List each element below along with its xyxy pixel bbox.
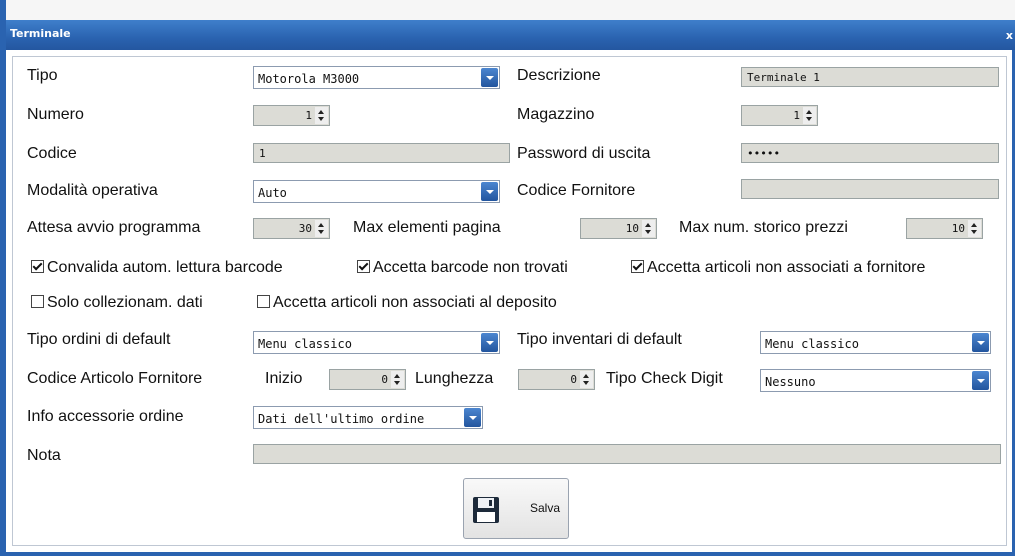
spin-buttons[interactable]	[315, 220, 328, 237]
descrizione-field[interactable]: Terminale 1	[741, 67, 999, 87]
info-accessorie-select[interactable]: Dati dell'ultimo ordine	[253, 406, 483, 429]
max-elementi-label: Max elementi pagina	[353, 219, 501, 236]
up-arrow-icon[interactable]	[318, 223, 324, 227]
up-arrow-icon[interactable]	[583, 374, 589, 378]
chevron-down-icon[interactable]	[972, 371, 989, 390]
up-arrow-icon[interactable]	[971, 223, 977, 227]
checkbox-checked-icon[interactable]	[31, 260, 44, 273]
checkbox-unchecked-icon[interactable]	[31, 295, 44, 308]
check-digit-select[interactable]: Nessuno	[760, 369, 991, 392]
checkbox-label: Accetta articoli non associati a fornito…	[647, 259, 926, 276]
checkbox-label: Accetta barcode non trovati	[373, 259, 568, 276]
spin-buttons[interactable]	[391, 371, 404, 388]
checkbox-label: Accetta articoli non associati al deposi…	[273, 294, 557, 311]
max-elementi-stepper[interactable]: 10	[580, 218, 657, 239]
codice-articolo-label: Codice Articolo Fornitore	[27, 370, 203, 387]
chevron-down-icon[interactable]	[481, 182, 498, 201]
spin-buttons[interactable]	[580, 371, 593, 388]
inizio-label: Inizio	[265, 370, 303, 387]
chevron-down-icon[interactable]	[972, 333, 989, 352]
nota-field[interactable]	[253, 444, 1001, 464]
tipo-select[interactable]: Motorola M3000	[253, 66, 500, 89]
numero-label: Numero	[27, 106, 84, 123]
down-arrow-icon[interactable]	[318, 230, 324, 234]
checkbox-unchecked-icon[interactable]	[257, 295, 270, 308]
spin-buttons[interactable]	[315, 107, 328, 124]
lunghezza-value: 0	[570, 373, 577, 386]
spin-buttons[interactable]	[968, 220, 981, 237]
close-button[interactable]: x	[1006, 29, 1013, 42]
up-arrow-icon[interactable]	[645, 223, 651, 227]
modalita-value: Auto	[258, 186, 287, 200]
codice-label: Codice	[27, 145, 77, 162]
window-title: Terminale	[10, 27, 71, 40]
accetta-barcode-checkbox[interactable]: Accetta barcode non trovati	[357, 259, 568, 277]
save-button[interactable]: Salva	[463, 478, 569, 539]
codice-field[interactable]: 1	[253, 143, 510, 163]
chevron-down-icon[interactable]	[481, 333, 498, 352]
inizio-stepper[interactable]: 0	[329, 369, 406, 390]
spin-buttons[interactable]	[642, 220, 655, 237]
max-storico-value: 10	[951, 222, 965, 235]
magazzino-value: 1	[793, 109, 800, 122]
lunghezza-stepper[interactable]: 0	[518, 369, 595, 390]
attesa-label: Attesa avvio programma	[27, 219, 201, 236]
checkbox-checked-icon[interactable]	[631, 260, 644, 273]
down-arrow-icon[interactable]	[318, 117, 324, 121]
up-arrow-icon[interactable]	[806, 110, 812, 114]
max-storico-label: Max num. storico prezzi	[679, 219, 848, 236]
password-field[interactable]: •••••	[741, 143, 999, 163]
spin-buttons[interactable]	[803, 107, 816, 124]
modalita-select[interactable]: Auto	[253, 180, 500, 203]
checkbox-checked-icon[interactable]	[357, 260, 370, 273]
floppy-disk-icon	[472, 496, 500, 528]
save-button-label: Salva	[530, 501, 561, 515]
title-bar: Terminale x	[6, 20, 1015, 50]
info-accessorie-value: Dati dell'ultimo ordine	[258, 412, 425, 426]
down-arrow-icon[interactable]	[645, 230, 651, 234]
codice-fornitore-field[interactable]	[741, 179, 999, 199]
solo-collezionam-checkbox[interactable]: Solo collezionam. dati	[31, 294, 203, 312]
tipo-ordini-label: Tipo ordini di default	[27, 331, 171, 348]
tipo-inventari-select[interactable]: Menu classico	[760, 331, 991, 354]
password-label: Password di uscita	[517, 145, 651, 162]
down-arrow-icon[interactable]	[583, 381, 589, 385]
tipo-inventari-value: Menu classico	[765, 337, 859, 351]
tipo-label: Tipo	[27, 67, 58, 84]
convalida-checkbox[interactable]: Convalida autom. lettura barcode	[31, 259, 283, 277]
check-digit-label: Tipo Check Digit	[606, 370, 723, 387]
tipo-value: Motorola M3000	[258, 72, 360, 86]
lunghezza-label: Lunghezza	[415, 370, 494, 387]
checkbox-label: Solo collezionam. dati	[47, 294, 203, 311]
chevron-down-icon[interactable]	[464, 408, 481, 427]
inizio-value: 0	[381, 373, 388, 386]
info-accessorie-label: Info accessorie ordine	[27, 408, 184, 425]
max-storico-stepper[interactable]: 10	[906, 218, 983, 239]
numero-stepper[interactable]: 1	[253, 105, 330, 126]
tipo-ordini-select[interactable]: Menu classico	[253, 331, 500, 354]
down-arrow-icon[interactable]	[806, 117, 812, 121]
accetta-articoli-fornitore-checkbox[interactable]: Accetta articoli non associati a fornito…	[631, 259, 925, 277]
magazzino-label: Magazzino	[517, 106, 595, 123]
down-arrow-icon[interactable]	[394, 381, 400, 385]
tipo-ordini-value: Menu classico	[258, 337, 352, 351]
codice-fornitore-label: Codice Fornitore	[517, 182, 636, 199]
numero-value: 1	[305, 109, 312, 122]
up-arrow-icon[interactable]	[318, 110, 324, 114]
attesa-value: 30	[298, 222, 312, 235]
up-arrow-icon[interactable]	[394, 374, 400, 378]
chevron-down-icon[interactable]	[481, 68, 498, 87]
down-arrow-icon[interactable]	[971, 230, 977, 234]
top-strip	[6, 0, 1015, 20]
max-elementi-value: 10	[625, 222, 639, 235]
tipo-inventari-label: Tipo inventari di default	[517, 331, 682, 348]
nota-label: Nota	[27, 447, 61, 464]
modalita-label: Modalità operativa	[27, 182, 158, 199]
attesa-stepper[interactable]: 30	[253, 218, 330, 239]
accetta-articoli-deposito-checkbox[interactable]: Accetta articoli non associati al deposi…	[257, 294, 557, 312]
magazzino-stepper[interactable]: 1	[741, 105, 818, 126]
check-digit-value: Nessuno	[765, 375, 816, 389]
descrizione-label: Descrizione	[517, 67, 601, 84]
checkbox-label: Convalida autom. lettura barcode	[47, 259, 283, 276]
